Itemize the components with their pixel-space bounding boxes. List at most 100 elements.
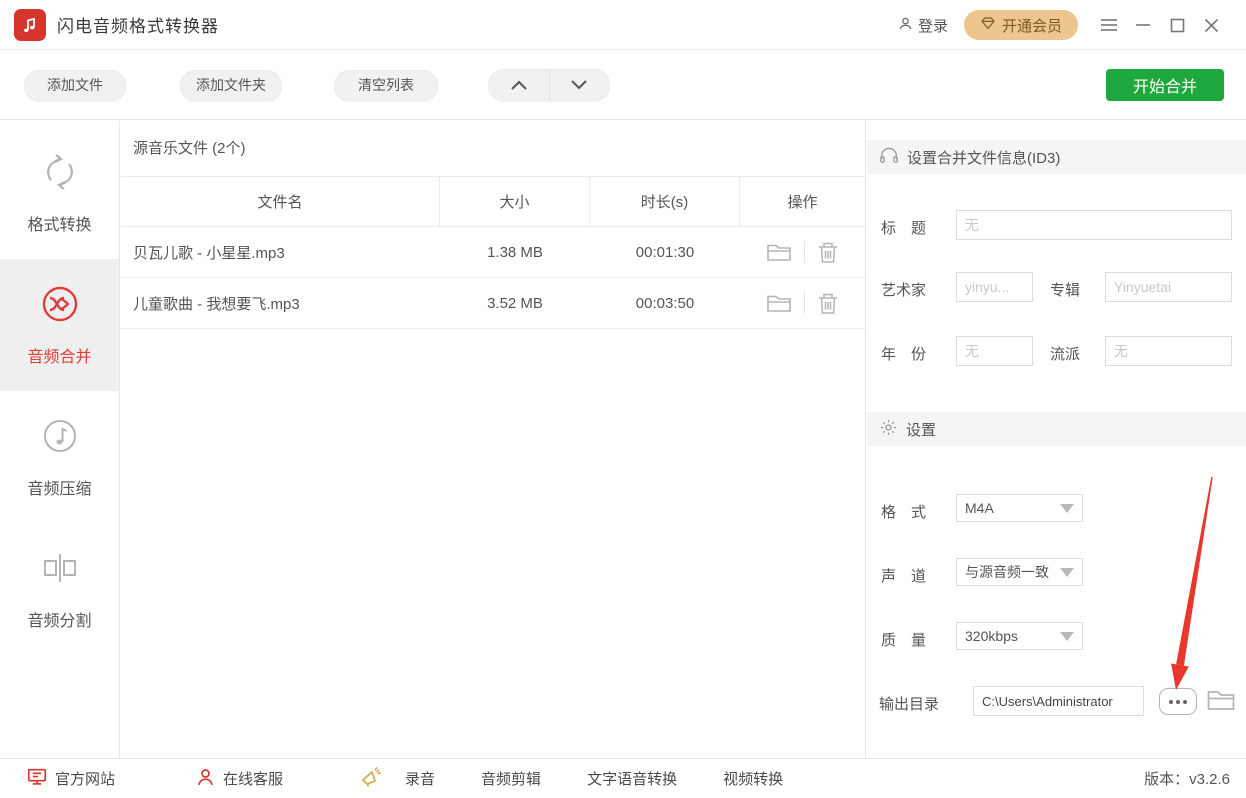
delete-icon[interactable] — [817, 292, 839, 315]
login-button[interactable]: 登录 — [897, 15, 948, 36]
title-input[interactable] — [956, 210, 1232, 240]
footer-link-text-to-speech[interactable]: 文字语音转换 — [587, 768, 677, 789]
close-button[interactable] — [1194, 0, 1228, 50]
sidebar-item-audio-compress[interactable]: 音频压缩 — [0, 391, 119, 523]
reorder-buttons — [488, 69, 610, 101]
sidebar: 格式转换 音频合并 音频压缩 音频分割 — [0, 121, 120, 758]
footer-link-label: 音频剪辑 — [481, 771, 542, 788]
file-name: 贝瓦儿歌 - 小星星.mp3 — [133, 244, 285, 262]
album-input[interactable] — [1105, 272, 1232, 302]
footer-link-label: 视频转换 — [723, 771, 784, 788]
format-select[interactable]: M4A — [956, 494, 1083, 522]
sidebar-item-label: 格式转换 — [27, 217, 92, 234]
artist-field-label: 艺术家 — [881, 282, 927, 299]
user-icon — [897, 15, 914, 36]
open-folder-icon[interactable] — [766, 292, 792, 314]
menu-icon[interactable] — [1092, 0, 1126, 50]
file-size: 3.52 MB — [487, 294, 543, 312]
footer-link-label: 录音 — [405, 771, 436, 788]
output-dir-label: 输出目录 — [879, 696, 940, 713]
support-person-icon — [195, 766, 216, 792]
vip-button[interactable]: 开通会员 — [963, 10, 1078, 40]
footer-link-online-service[interactable]: 在线客服 — [195, 766, 283, 792]
year-field-label: 年 份 — [881, 346, 927, 363]
genre-input[interactable] — [1105, 336, 1232, 366]
format-label: 格 式 — [881, 504, 927, 521]
maximize-button[interactable] — [1160, 0, 1194, 50]
album-field-label: 专辑 — [1050, 282, 1081, 299]
app-window: 闪电音频格式转换器 登录 开通会员 添加文件 添加文件夹 清空列表 开始合并 格… — [0, 0, 1246, 798]
format-value: M4A — [965, 500, 994, 516]
app-title: 闪电音频格式转换器 — [57, 17, 219, 36]
column-header-duration: 时长(s) — [590, 177, 740, 226]
footer: 官方网站 在线客服 录音 音频剪辑 文字语音转换 视频转换 版本：v3.2.6 — [0, 758, 1246, 798]
channel-select[interactable]: 与源音频一致 — [956, 558, 1083, 586]
year-input[interactable] — [956, 336, 1033, 366]
toolbar: 添加文件 添加文件夹 清空列表 开始合并 — [0, 51, 1246, 120]
merge-icon — [39, 283, 81, 330]
chevron-down-icon — [1060, 567, 1074, 577]
file-name: 儿童歌曲 - 我想要飞.mp3 — [133, 295, 300, 313]
quality-value: 320kbps — [965, 628, 1018, 644]
table-header: 文件名 大小 时长(s) 操作 — [121, 177, 865, 227]
gear-icon — [879, 418, 898, 441]
vip-label: 开通会员 — [1001, 17, 1062, 35]
sidebar-item-label: 音频合并 — [27, 349, 92, 366]
file-duration: 00:01:30 — [635, 243, 695, 261]
app-logo-icon — [14, 8, 46, 41]
channel-value: 与源音频一致 — [965, 564, 1049, 580]
megaphone-icon — [359, 765, 383, 793]
chevron-down-icon — [1060, 631, 1074, 641]
footer-link-label: 官方网站 — [55, 771, 116, 788]
convert-icon — [39, 151, 81, 198]
footer-link-record[interactable]: 录音 — [359, 765, 435, 793]
add-file-button[interactable]: 添加文件 — [24, 69, 126, 101]
move-down-button[interactable] — [550, 70, 610, 100]
add-folder-button[interactable]: 添加文件夹 — [180, 69, 282, 101]
chevron-down-icon — [1060, 503, 1074, 513]
footer-link-video-convert[interactable]: 视频转换 — [723, 768, 783, 789]
genre-field-label: 流派 — [1050, 346, 1081, 363]
headphones-icon — [879, 146, 899, 168]
divider — [804, 241, 805, 263]
output-folder-icon[interactable] — [1206, 687, 1236, 713]
sidebar-item-audio-merge[interactable]: 音频合并 — [0, 259, 119, 391]
settings-section-header: 设置 — [867, 412, 1246, 446]
footer-link-audio-edit[interactable]: 音频剪辑 — [481, 768, 541, 789]
sidebar-item-label: 音频分割 — [27, 613, 92, 630]
artist-input[interactable] — [956, 272, 1033, 302]
id3-section-title: 设置合并文件信息(ID3) — [907, 149, 1061, 167]
column-header-operation: 操作 — [787, 194, 818, 211]
title-field-label: 标 题 — [881, 220, 927, 237]
footer-link-label: 文字语音转换 — [587, 771, 678, 788]
open-folder-icon[interactable] — [766, 241, 792, 263]
move-up-button[interactable] — [489, 70, 550, 100]
settings-panel: 设置合并文件信息(ID3) 标 题 艺术家 专辑 年 份 流派 设置 格 式 M… — [865, 121, 1246, 758]
gem-icon — [980, 15, 996, 35]
quality-select[interactable]: 320kbps — [956, 622, 1083, 650]
file-list-title: 源音乐文件 (2个) — [121, 121, 865, 177]
output-dir-input[interactable] — [973, 686, 1144, 716]
column-header-filename: 文件名 — [121, 177, 440, 226]
file-size: 1.38 MB — [487, 243, 543, 261]
sidebar-item-format-convert[interactable]: 格式转换 — [0, 127, 119, 259]
split-icon — [39, 547, 81, 594]
settings-section-title: 设置 — [906, 421, 937, 439]
file-list-panel: 源音乐文件 (2个) 文件名 大小 时长(s) 操作 贝瓦儿歌 - 小星星.mp… — [121, 121, 865, 758]
delete-icon[interactable] — [817, 241, 839, 264]
table-row: 贝瓦儿歌 - 小星星.mp3 1.38 MB 00:01:30 — [121, 227, 865, 278]
channel-label: 声 道 — [881, 568, 927, 585]
compress-icon — [39, 415, 81, 462]
divider — [804, 292, 805, 314]
sidebar-item-audio-split[interactable]: 音频分割 — [0, 523, 119, 655]
clear-list-button[interactable]: 清空列表 — [334, 69, 438, 101]
file-duration: 00:03:50 — [635, 294, 695, 312]
minimize-button[interactable] — [1126, 0, 1160, 50]
footer-link-official-site[interactable]: 官方网站 — [26, 766, 115, 792]
browse-button[interactable] — [1159, 688, 1197, 715]
quality-label: 质 量 — [881, 632, 927, 649]
start-merge-button[interactable]: 开始合并 — [1106, 69, 1224, 101]
version-label: 版本：v3.2.6 — [1144, 771, 1230, 788]
column-header-size: 大小 — [440, 177, 590, 226]
table-row: 儿童歌曲 - 我想要飞.mp3 3.52 MB 00:03:50 — [121, 278, 865, 329]
